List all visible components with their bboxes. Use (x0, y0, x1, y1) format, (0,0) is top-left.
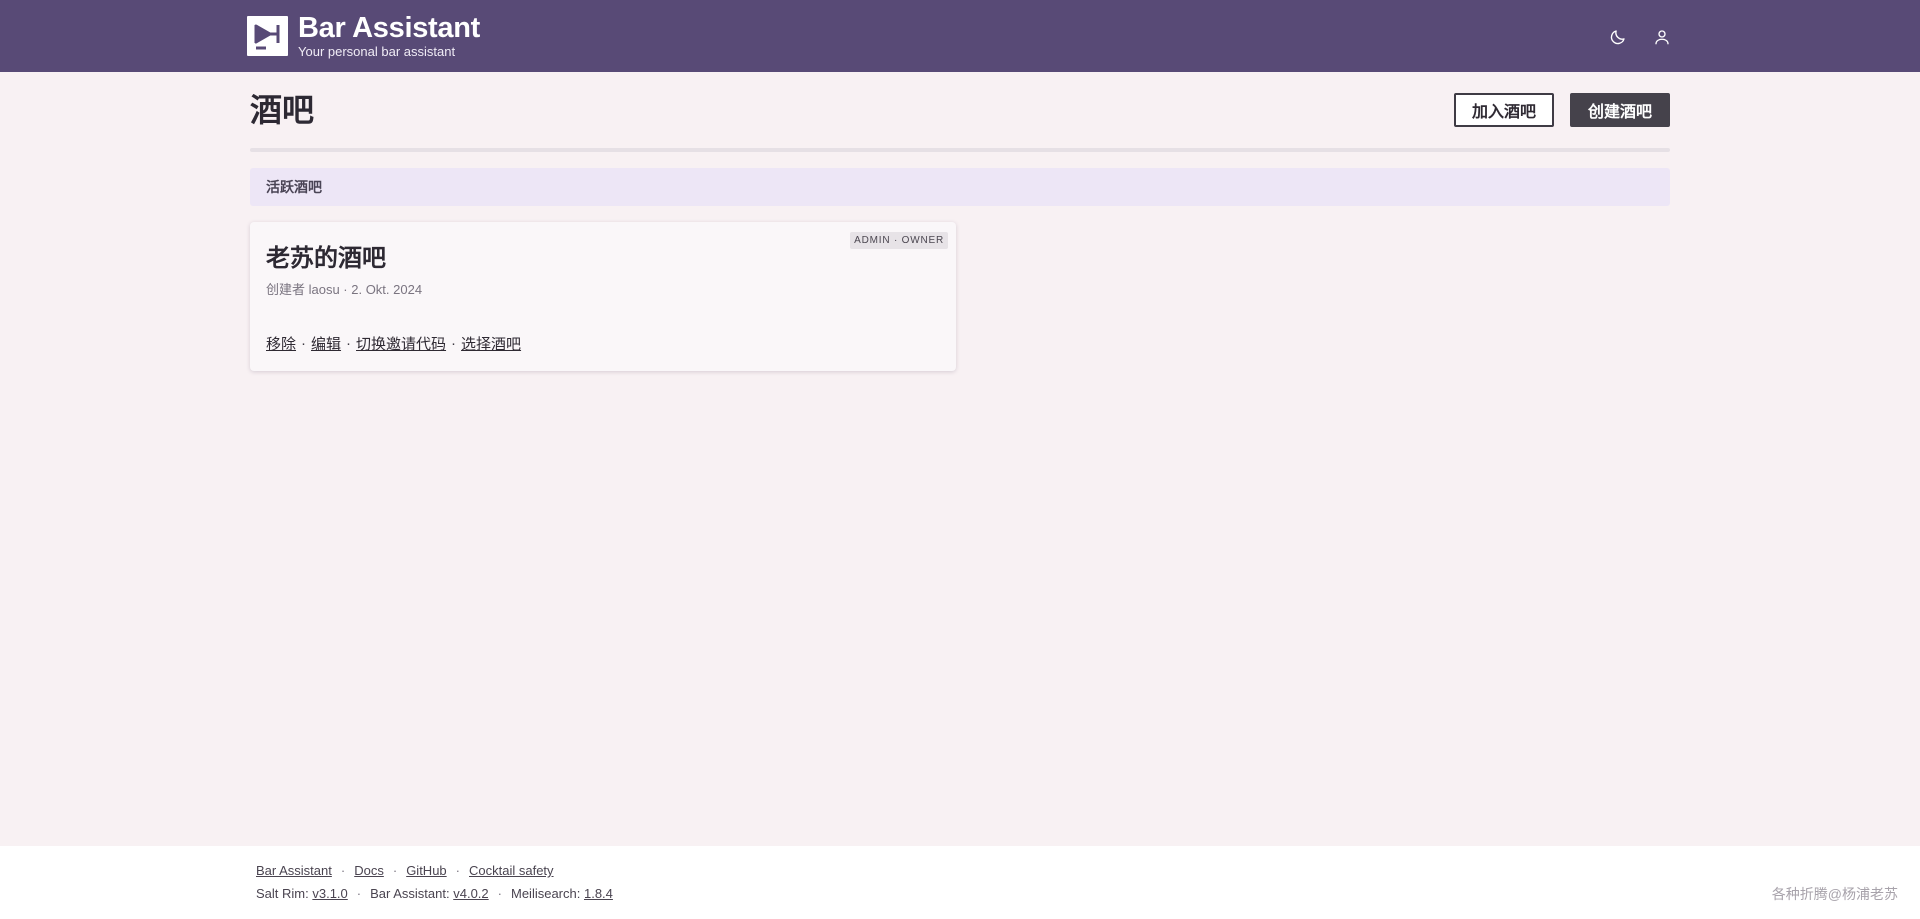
separator: · (451, 335, 457, 352)
toggle-invite-code-link[interactable]: 切换邀请代码 (356, 333, 446, 354)
role-badge: ADMIN · OWNER (850, 232, 948, 249)
version-label: Bar Assistant: (370, 886, 450, 901)
separator: · (340, 863, 346, 878)
version-meilisearch-link[interactable]: 1.8.4 (584, 886, 613, 901)
page-header: 酒吧 加入酒吧 创建酒吧 (250, 90, 1670, 152)
edit-bar-link[interactable]: 编辑 (311, 333, 341, 354)
bar-assistant-logo-icon (247, 16, 288, 56)
top-navbar: Bar Assistant Your personal bar assistan… (0, 0, 1920, 72)
footer-link-cocktail-safety[interactable]: Cocktail safety (469, 863, 554, 878)
create-bar-button[interactable]: 创建酒吧 (1570, 93, 1670, 127)
version-label: Meilisearch: (511, 886, 581, 901)
brand-subtitle: Your personal bar assistant (298, 44, 456, 59)
join-bar-button[interactable]: 加入酒吧 (1454, 93, 1555, 127)
version-salt-rim-link[interactable]: v3.1.0 (312, 886, 347, 901)
separator: · (455, 863, 460, 878)
footer-link-bar-assistant[interactable]: Bar Assistant (256, 863, 332, 878)
separator: · (346, 335, 352, 352)
separator: · (497, 886, 502, 901)
bar-meta: 创建者 laosu · 2. Okt. 2024 (266, 282, 423, 297)
separator: · (301, 335, 307, 352)
moon-icon[interactable] (1605, 24, 1631, 50)
brand-logo-link[interactable]: Bar Assistant Your personal bar assistan… (247, 12, 480, 59)
footer-links: Bar Assistant · Docs · GitHub · Cocktail… (256, 863, 554, 878)
brand-title: Bar Assistant (298, 12, 480, 44)
footer-link-docs[interactable]: Docs (354, 863, 384, 878)
version-bar-assistant-link[interactable]: v4.0.2 (453, 886, 488, 901)
separator: · (356, 886, 362, 901)
footer: Bar Assistant · Docs · GitHub · Cocktail… (0, 846, 1920, 919)
header-divider (250, 148, 1670, 152)
select-bar-link[interactable]: 选择酒吧 (461, 333, 521, 354)
page-title: 酒吧 (250, 91, 315, 129)
watermark: 各种折腾@杨浦老苏 (1771, 886, 1898, 902)
separator: · (392, 863, 398, 878)
bar-card: ADMIN · OWNER 老苏的酒吧 创建者 laosu · 2. Okt. … (250, 222, 956, 371)
remove-bar-link[interactable]: 移除 (266, 333, 296, 354)
bar-name: 老苏的酒吧 (266, 243, 386, 272)
footer-link-github[interactable]: GitHub (406, 863, 446, 878)
bar-actions: 移除 · 编辑 · 切换邀请代码 · 选择酒吧 (266, 333, 521, 354)
user-icon[interactable] (1649, 24, 1675, 50)
version-label: Salt Rim: (256, 886, 309, 901)
section-heading: 活跃酒吧 (250, 168, 1670, 206)
footer-versions: Salt Rim: v3.1.0 · Bar Assistant: v4.0.2… (256, 886, 613, 901)
